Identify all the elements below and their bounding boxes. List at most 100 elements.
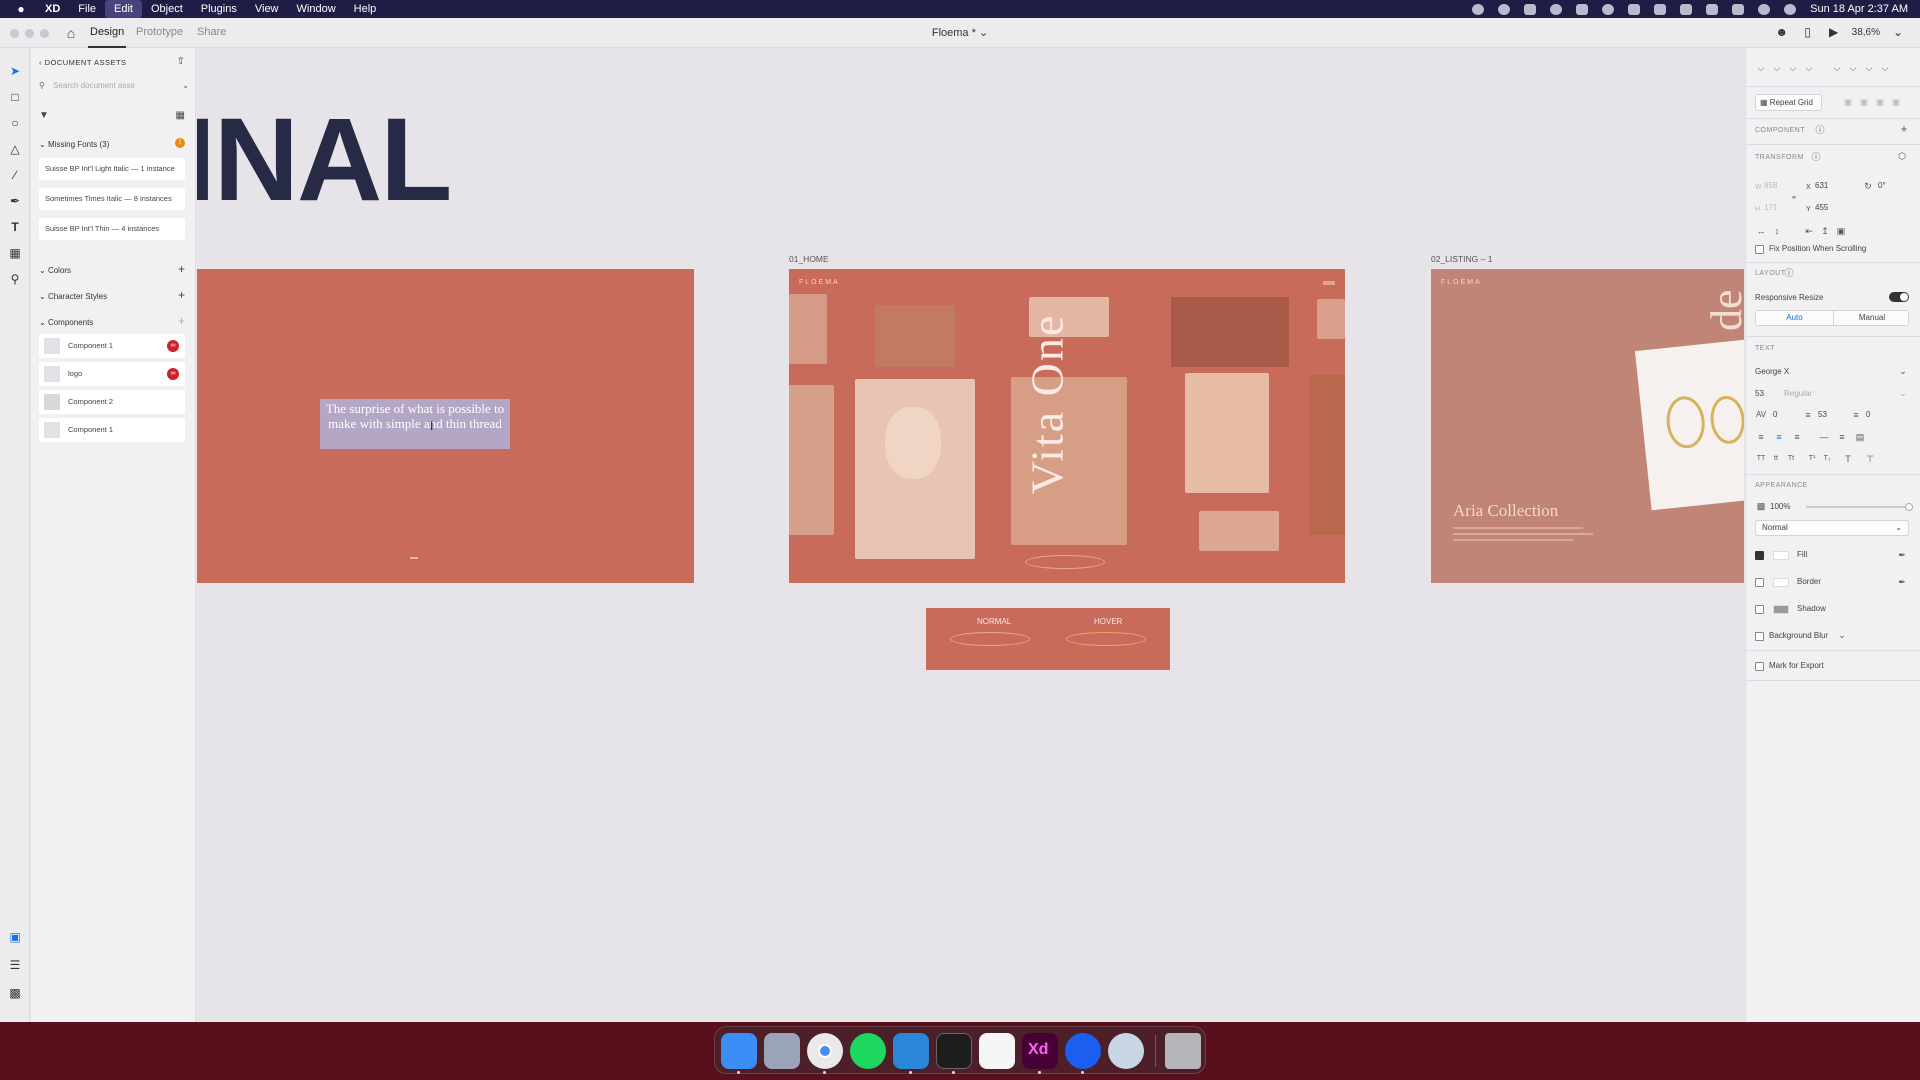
missing-font-row[interactable]: Sometimes Times Italic — 8 instances: [39, 188, 185, 210]
artboard-tool-icon[interactable]: ▦: [6, 244, 24, 262]
terminal-icon[interactable]: [936, 1033, 972, 1069]
artboard-listing[interactable]: FLOEMA de Aria Collection: [1431, 269, 1744, 583]
mobile-preview-icon[interactable]: ▯: [1800, 24, 1816, 40]
opacity-slider-knob[interactable]: [1905, 503, 1913, 511]
polygon-tool-icon[interactable]: △: [6, 140, 24, 158]
align-text-center-icon[interactable]: ≡: [1773, 431, 1785, 443]
text-auto-width-icon[interactable]: —: [1818, 431, 1830, 443]
background-blur-checkbox[interactable]: [1755, 632, 1764, 641]
search-input[interactable]: Search document asse: [53, 81, 135, 90]
auto-option[interactable]: Auto: [1756, 311, 1833, 325]
fill-checkbox[interactable]: [1755, 551, 1764, 560]
mark-for-export-checkbox[interactable]: [1755, 662, 1764, 671]
sync-icon[interactable]: [1550, 3, 1563, 15]
subscript-icon[interactable]: T₁: [1821, 453, 1833, 465]
info-icon[interactable]: ⓘ: [1810, 151, 1822, 163]
shadow-swatch[interactable]: [1773, 605, 1789, 614]
layers-panel-icon[interactable]: ☰: [6, 956, 24, 974]
add-color-icon[interactable]: +: [178, 262, 185, 276]
lowercase-icon[interactable]: tt: [1770, 453, 1782, 465]
missing-font-row[interactable]: Suisse BP Int'l Light Italic — 1 instanc…: [39, 158, 185, 180]
fill-swatch[interactable]: [1773, 551, 1789, 560]
text-auto-height-icon[interactable]: ≡: [1836, 431, 1848, 443]
chrome-icon[interactable]: [807, 1033, 843, 1069]
rotate-icon[interactable]: ↻: [1862, 180, 1874, 192]
zoom-level[interactable]: 38,6%: [1852, 27, 1880, 38]
fix-position-checkbox[interactable]: [1755, 245, 1764, 254]
big-title-text[interactable]: INAL: [197, 92, 452, 228]
3d-transform-icon[interactable]: ⬡: [1896, 150, 1908, 162]
distribute-horizontal-icon[interactable]: ⌵: [1879, 62, 1891, 74]
asset-search[interactable]: ⚲ Search document asse ⌄: [39, 81, 189, 97]
adobe-xd-icon[interactable]: Xd: [1022, 1033, 1058, 1069]
pen-tool-icon[interactable]: ✒: [6, 192, 24, 210]
eyedropper-icon[interactable]: ✒: [1896, 576, 1908, 588]
plugins-panel-icon[interactable]: ▩: [6, 984, 24, 1002]
vscode-icon[interactable]: [893, 1033, 929, 1069]
normal-button[interactable]: [950, 632, 1030, 646]
launchpad-icon[interactable]: [764, 1033, 800, 1069]
font-chevron-icon[interactable]: ⌄: [1897, 365, 1909, 377]
home-icon[interactable]: ⌂: [62, 24, 80, 42]
slack-icon[interactable]: [979, 1033, 1015, 1069]
height-field[interactable]: 171: [1764, 203, 1777, 212]
strikethrough-icon[interactable]: ⊤: [1864, 453, 1876, 465]
artboard-left[interactable]: The surprise of what is possible to make…: [197, 269, 694, 583]
add-character-style-icon[interactable]: +: [178, 288, 185, 302]
select-tool-icon[interactable]: ➤: [6, 62, 24, 80]
width-field[interactable]: 858: [1764, 181, 1777, 190]
design-canvas[interactable]: INAL The surprise of what is possible to…: [197, 48, 1744, 1022]
info-icon[interactable]: ⓘ: [1783, 267, 1795, 279]
opacity-slider[interactable]: [1806, 503, 1913, 511]
menu-object[interactable]: Object: [142, 0, 192, 18]
artboard-label-listing[interactable]: 02_LISTING – 1: [1431, 254, 1492, 264]
spotify-icon[interactable]: [850, 1033, 886, 1069]
upload-cloud-icon[interactable]: [1576, 3, 1589, 15]
hover-button[interactable]: [1066, 632, 1146, 646]
finder-icon[interactable]: [721, 1033, 757, 1069]
menu-app-xd[interactable]: XD: [36, 0, 69, 18]
record-icon[interactable]: [1472, 3, 1485, 15]
paragraph-spacing-field[interactable]: 0: [1866, 410, 1870, 419]
flip-horizontal-icon[interactable]: ↔: [1755, 225, 1767, 237]
add-component-icon[interactable]: +: [178, 314, 185, 328]
battery-icon[interactable]: [1628, 3, 1641, 15]
quicktime-icon[interactable]: [1108, 1033, 1144, 1069]
zoom-tool-icon[interactable]: ⚲: [6, 270, 24, 288]
superscript-icon[interactable]: T¹: [1806, 453, 1818, 465]
play-icon[interactable]: ▶: [1826, 24, 1842, 40]
eyedropper-icon[interactable]: ✒: [1896, 549, 1908, 561]
text-fixed-size-icon[interactable]: ▤: [1854, 431, 1866, 443]
menu-file[interactable]: File: [69, 0, 105, 18]
assets-header[interactable]: ‹ DOCUMENT ASSETS: [39, 58, 127, 67]
close-window-button[interactable]: [10, 29, 19, 38]
border-swatch[interactable]: [1773, 578, 1789, 587]
minimize-window-button[interactable]: [25, 29, 34, 38]
menu-help[interactable]: Help: [345, 0, 386, 18]
filter-icon[interactable]: ▼: [39, 110, 49, 121]
align-text-right-icon[interactable]: ≡: [1791, 431, 1803, 443]
vita-one-title[interactable]: Vita One: [1022, 289, 1073, 519]
control-center-icon[interactable]: [1732, 3, 1745, 15]
cta-pill[interactable]: [1025, 555, 1105, 569]
grid-view-icon[interactable]: ▦: [176, 110, 185, 121]
artboard-home[interactable]: FLOEMA Vita One: [789, 269, 1345, 583]
cloud-icon[interactable]: [1524, 3, 1537, 15]
menu-edit[interactable]: Edit: [105, 0, 142, 18]
components-section[interactable]: ⌄ Components: [39, 318, 93, 327]
shadow-checkbox[interactable]: [1755, 605, 1764, 614]
colors-section[interactable]: ⌄ Colors: [39, 266, 71, 275]
border-checkbox[interactable]: [1755, 578, 1764, 587]
opacity-field[interactable]: 100%: [1770, 502, 1790, 511]
align-left-icon[interactable]: ⌵: [1831, 62, 1843, 74]
font-family-select[interactable]: George X: [1755, 367, 1789, 376]
gpu-icon[interactable]: [1654, 3, 1667, 15]
wifi-icon[interactable]: [1706, 3, 1719, 15]
flip-vertical-icon[interactable]: ↕: [1771, 225, 1783, 237]
boolean-add-icon[interactable]: ▣: [1842, 96, 1854, 108]
assets-panel-icon[interactable]: ▣: [6, 928, 24, 946]
button-states-frame[interactable]: NORMAL HOVER: [926, 608, 1170, 670]
menu-view[interactable]: View: [246, 0, 288, 18]
tab-design[interactable]: Design: [87, 26, 127, 48]
menu-window[interactable]: Window: [288, 0, 345, 18]
